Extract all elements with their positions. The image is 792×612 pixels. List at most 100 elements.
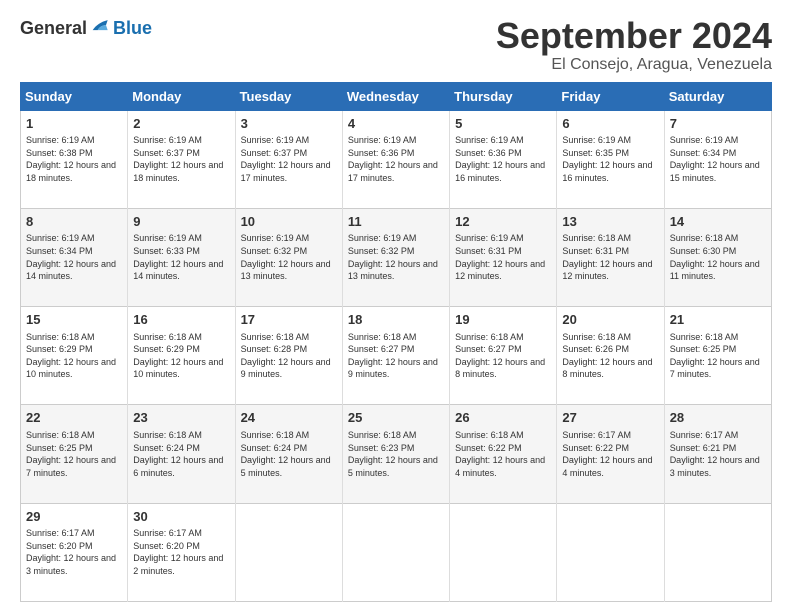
day-number: 11: [348, 213, 444, 231]
day-number: 21: [670, 311, 766, 329]
day-number: 12: [455, 213, 551, 231]
day-info: Sunrise: 6:18 AMSunset: 6:23 PMDaylight:…: [348, 429, 444, 479]
day-info: Sunrise: 6:19 AMSunset: 6:37 PMDaylight:…: [133, 134, 229, 184]
calendar-week-row: 1Sunrise: 6:19 AMSunset: 6:38 PMDaylight…: [21, 110, 772, 208]
logo-bird-icon: [91, 16, 111, 41]
day-info: Sunrise: 6:18 AMSunset: 6:30 PMDaylight:…: [670, 232, 766, 282]
day-number: 17: [241, 311, 337, 329]
header-wednesday: Wednesday: [342, 82, 449, 110]
calendar-cell: 12Sunrise: 6:19 AMSunset: 6:31 PMDayligh…: [450, 208, 557, 306]
day-number: 3: [241, 115, 337, 133]
day-info: Sunrise: 6:19 AMSunset: 6:32 PMDaylight:…: [348, 232, 444, 282]
calendar-cell: 7Sunrise: 6:19 AMSunset: 6:34 PMDaylight…: [664, 110, 771, 208]
calendar-cell: [450, 503, 557, 601]
day-info: Sunrise: 6:19 AMSunset: 6:32 PMDaylight:…: [241, 232, 337, 282]
day-info: Sunrise: 6:18 AMSunset: 6:27 PMDaylight:…: [455, 331, 551, 381]
calendar-cell: 20 Sunrise: 6:18 AMSunset: 6:26 PMDayligh…: [557, 307, 664, 405]
logo: General Blue: [20, 16, 152, 41]
day-info: Sunrise: 6:19 AMSunset: 6:33 PMDaylight:…: [133, 232, 229, 282]
day-number: 9: [133, 213, 229, 231]
calendar-cell: 22 Sunrise: 6:18 AMSunset: 6:25 PMDayligh…: [21, 405, 128, 503]
calendar-cell: 28Sunrise: 6:17 AMSunset: 6:21 PMDayligh…: [664, 405, 771, 503]
day-info: Sunrise: 6:18 AMSunset: 6:28 PMDaylight:…: [241, 331, 337, 381]
calendar-cell: 23 Sunrise: 6:18 AMSunset: 6:24 PMDayligh…: [128, 405, 235, 503]
calendar-cell: 19 Sunrise: 6:18 AMSunset: 6:27 PMDayligh…: [450, 307, 557, 405]
calendar-cell: 17 Sunrise: 6:18 AMSunset: 6:28 PMDayligh…: [235, 307, 342, 405]
calendar-cell: 3Sunrise: 6:19 AMSunset: 6:37 PMDaylight…: [235, 110, 342, 208]
calendar-cell: [235, 503, 342, 601]
day-info: Sunrise: 6:17 AMSunset: 6:22 PMDaylight:…: [562, 429, 658, 479]
calendar-cell: 24 Sunrise: 6:18 AMSunset: 6:24 PMDayligh…: [235, 405, 342, 503]
calendar-body: 1Sunrise: 6:19 AMSunset: 6:38 PMDaylight…: [21, 110, 772, 601]
day-number: 8: [26, 213, 122, 231]
day-info: Sunrise: 6:19 AMSunset: 6:36 PMDaylight:…: [455, 134, 551, 184]
day-number: 20: [562, 311, 658, 329]
day-number: 28: [670, 409, 766, 427]
calendar-cell: 2Sunrise: 6:19 AMSunset: 6:37 PMDaylight…: [128, 110, 235, 208]
calendar-cell: 25Sunrise: 6:18 AMSunset: 6:23 PMDayligh…: [342, 405, 449, 503]
header-row: Sunday Monday Tuesday Wednesday Thursday…: [21, 82, 772, 110]
day-info: Sunrise: 6:18 AMSunset: 6:25 PMDaylight:…: [26, 429, 122, 479]
calendar-cell: 11Sunrise: 6:19 AMSunset: 6:32 PMDayligh…: [342, 208, 449, 306]
calendar-cell: [342, 503, 449, 601]
day-info: Sunrise: 6:19 AMSunset: 6:34 PMDaylight:…: [670, 134, 766, 184]
month-title: September 2024: [496, 16, 772, 56]
day-info: Sunrise: 6:19 AMSunset: 6:37 PMDaylight:…: [241, 134, 337, 184]
calendar-cell: 15Sunrise: 6:18 AMSunset: 6:29 PMDayligh…: [21, 307, 128, 405]
calendar-header: Sunday Monday Tuesday Wednesday Thursday…: [21, 82, 772, 110]
calendar-cell: 13Sunrise: 6:18 AMSunset: 6:31 PMDayligh…: [557, 208, 664, 306]
day-info: Sunrise: 6:18 AMSunset: 6:22 PMDaylight:…: [455, 429, 551, 479]
day-info: Sunrise: 6:18 AMSunset: 6:29 PMDaylight:…: [133, 331, 229, 381]
day-info: Sunrise: 6:18 AMSunset: 6:24 PMDaylight:…: [133, 429, 229, 479]
calendar-cell: 14Sunrise: 6:18 AMSunset: 6:30 PMDayligh…: [664, 208, 771, 306]
day-info: Sunrise: 6:19 AMSunset: 6:38 PMDaylight:…: [26, 134, 122, 184]
day-number: 15: [26, 311, 122, 329]
day-number: 6: [562, 115, 658, 133]
calendar-week-row: 22 Sunrise: 6:18 AMSunset: 6:25 PMDayligh…: [21, 405, 772, 503]
calendar-cell: [557, 503, 664, 601]
calendar-cell: [664, 503, 771, 601]
day-number: 14: [670, 213, 766, 231]
header: General Blue September 2024 El Consejo, …: [20, 16, 772, 74]
day-number: 22: [26, 409, 122, 427]
day-info: Sunrise: 6:18 AMSunset: 6:24 PMDaylight:…: [241, 429, 337, 479]
day-info: Sunrise: 6:18 AMSunset: 6:31 PMDaylight:…: [562, 232, 658, 282]
day-number: 26: [455, 409, 551, 427]
calendar-cell: 29Sunrise: 6:17 AMSunset: 6:20 PMDayligh…: [21, 503, 128, 601]
header-saturday: Saturday: [664, 82, 771, 110]
day-number: 5: [455, 115, 551, 133]
day-number: 1: [26, 115, 122, 133]
day-number: 23: [133, 409, 229, 427]
day-info: Sunrise: 6:19 AMSunset: 6:34 PMDaylight:…: [26, 232, 122, 282]
day-number: 30: [133, 508, 229, 526]
header-tuesday: Tuesday: [235, 82, 342, 110]
calendar-cell: 5Sunrise: 6:19 AMSunset: 6:36 PMDaylight…: [450, 110, 557, 208]
day-info: Sunrise: 6:17 AMSunset: 6:20 PMDaylight:…: [26, 527, 122, 577]
calendar-cell: 8Sunrise: 6:19 AMSunset: 6:34 PMDaylight…: [21, 208, 128, 306]
logo-general-text: General: [20, 18, 87, 39]
calendar-cell: 10Sunrise: 6:19 AMSunset: 6:32 PMDayligh…: [235, 208, 342, 306]
day-info: Sunrise: 6:19 AMSunset: 6:31 PMDaylight:…: [455, 232, 551, 282]
calendar-cell: 4Sunrise: 6:19 AMSunset: 6:36 PMDaylight…: [342, 110, 449, 208]
day-number: 24: [241, 409, 337, 427]
day-number: 10: [241, 213, 337, 231]
day-info: Sunrise: 6:18 AMSunset: 6:25 PMDaylight:…: [670, 331, 766, 381]
title-area: September 2024 El Consejo, Aragua, Venez…: [496, 16, 772, 74]
day-number: 16: [133, 311, 229, 329]
page: General Blue September 2024 El Consejo, …: [0, 0, 792, 612]
calendar-cell: 9Sunrise: 6:19 AMSunset: 6:33 PMDaylight…: [128, 208, 235, 306]
calendar-table: Sunday Monday Tuesday Wednesday Thursday…: [20, 82, 772, 602]
calendar-cell: 1Sunrise: 6:19 AMSunset: 6:38 PMDaylight…: [21, 110, 128, 208]
calendar-cell: 6Sunrise: 6:19 AMSunset: 6:35 PMDaylight…: [557, 110, 664, 208]
calendar-cell: 18Sunrise: 6:18 AMSunset: 6:27 PMDayligh…: [342, 307, 449, 405]
day-number: 13: [562, 213, 658, 231]
header-thursday: Thursday: [450, 82, 557, 110]
calendar-cell: 16 Sunrise: 6:18 AMSunset: 6:29 PMDayligh…: [128, 307, 235, 405]
day-number: 19: [455, 311, 551, 329]
day-number: 18: [348, 311, 444, 329]
header-friday: Friday: [557, 82, 664, 110]
day-number: 27: [562, 409, 658, 427]
day-info: Sunrise: 6:19 AMSunset: 6:35 PMDaylight:…: [562, 134, 658, 184]
day-info: Sunrise: 6:18 AMSunset: 6:26 PMDaylight:…: [562, 331, 658, 381]
calendar-week-row: 29Sunrise: 6:17 AMSunset: 6:20 PMDayligh…: [21, 503, 772, 601]
